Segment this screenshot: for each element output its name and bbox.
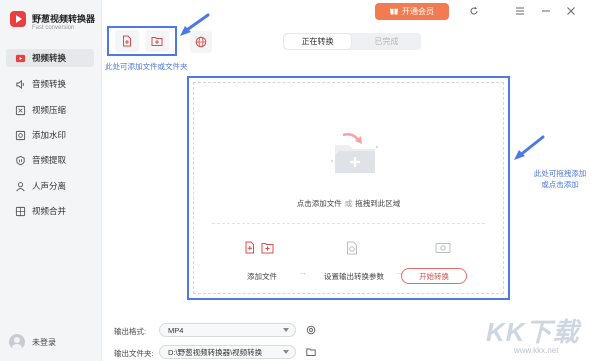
output-folder-label: 输出文件夹: [114, 349, 154, 358]
drop-zone[interactable]: 点击添加文件或拖拽到此区域 添加文件 → 设置输出转换参数 → 开始转换 [193, 82, 504, 294]
sidebar-item-label: 添加水印 [32, 130, 67, 140]
step-add-files-label: 添加文件 [247, 272, 277, 281]
merge-icon [14, 205, 26, 217]
vip-label: 开通会员 [402, 7, 434, 16]
app-title: 野葱视频转换器 [32, 14, 96, 24]
folder-add-icon [330, 133, 379, 173]
chevron-down-icon [283, 328, 289, 332]
video-convert-icon [14, 52, 26, 64]
audio-extract-icon [14, 154, 26, 166]
chevron-down-icon [283, 350, 289, 354]
app-logo-icon [10, 11, 26, 27]
voice-separation-icon [14, 180, 26, 192]
annotation-arrow-icon [180, 13, 210, 36]
watermark-logo: KK下载 [486, 317, 580, 347]
compress-icon [14, 104, 26, 116]
sidebar-item-label: 视频转换 [32, 53, 67, 63]
audio-convert-icon [14, 78, 26, 90]
add-file-icon [123, 35, 131, 47]
watermark-icon [14, 129, 26, 141]
output-format-select[interactable]: MP4 [159, 323, 296, 337]
format-settings-icon[interactable] [306, 325, 316, 335]
add-file-button[interactable] [115, 30, 139, 52]
sidebar-item-label: 视频压缩 [32, 105, 67, 115]
drop-zone-hint: 此处可拖拽添加 或点击添加 [524, 168, 596, 190]
app-subtitle: Fast conversion [32, 25, 75, 31]
add-folder-button[interactable] [145, 30, 169, 52]
sidebar-item-label: 音频提取 [32, 155, 67, 165]
drop-zone-hint-line2: 或点击添加 [541, 180, 579, 189]
avatar[interactable] [9, 334, 25, 350]
add-toolbar-highlight [107, 26, 177, 56]
convert-video-icon [435, 243, 451, 253]
drop-click-text[interactable]: 点击添加文件 [297, 199, 342, 208]
step-arrow-icon: → [298, 267, 307, 277]
tab-bar: 正在转换 已完成 [283, 33, 421, 50]
drop-drag-text: 拖拽到此区域 [355, 199, 401, 208]
add-folder-icon [151, 37, 163, 46]
sidebar-item-watermark[interactable]: 添加水印 [6, 126, 94, 144]
sidebar-item-voice-separation[interactable]: 人声分离 [6, 177, 94, 195]
sidebar-item-audio-convert[interactable]: 音频转换 [6, 75, 94, 93]
output-format-value: MP4 [168, 325, 184, 335]
drop-or-text: 或 [344, 199, 353, 208]
sidebar-item-audio-extract[interactable]: 音频提取 [6, 151, 94, 169]
settings-file-icon [347, 241, 357, 255]
start-convert-button[interactable]: 开始转换 [401, 268, 467, 284]
minimize-icon[interactable] [539, 4, 553, 18]
drop-instructions[interactable]: 点击添加文件或拖拽到此区域 [194, 198, 503, 209]
watermark-url: www.kkx.net [514, 346, 559, 355]
drop-zone-highlight: 点击添加文件或拖拽到此区域 添加文件 → 设置输出转换参数 → 开始转换 [187, 76, 510, 300]
sidebar-item-video-convert[interactable]: 视频转换 [6, 49, 94, 67]
menu-icon[interactable] [513, 4, 527, 18]
toolbar-hint: 此处可添加文件或文件夹 [105, 62, 188, 71]
annotation-arrow-icon [514, 135, 545, 160]
sidebar-item-label: 视频合并 [32, 206, 67, 216]
refresh-icon[interactable] [467, 4, 481, 18]
sidebar: 野葱视频转换器 Fast conversion 视频转换 音频转换 视频压缩 添… [0, 0, 102, 361]
sidebar-item-compress[interactable]: 视频压缩 [6, 101, 94, 119]
sidebar-item-label: 人声分离 [32, 181, 67, 191]
vip-button[interactable]: 开通会员 [375, 3, 449, 20]
tab-converting[interactable]: 正在转换 [284, 34, 351, 49]
login-label[interactable]: 未登录 [32, 337, 56, 348]
output-folder-value: D:\野葱视频转换器\视频转换 [168, 347, 263, 357]
divider [212, 223, 485, 224]
output-format-label: 输出格式: [114, 327, 147, 336]
step-add-files-icon [245, 241, 274, 254]
drop-zone-hint-line1: 此处可拖拽添加 [533, 169, 587, 178]
step-settings-label: 设置输出转换参数 [324, 272, 384, 281]
sidebar-item-label: 音频转换 [32, 79, 67, 89]
output-folder-select[interactable]: D:\野葱视频转换器\视频转换 [159, 345, 296, 359]
login-area[interactable]: 未登录 [9, 334, 56, 350]
sidebar-item-merge[interactable]: 视频合并 [6, 202, 94, 220]
open-folder-icon[interactable] [306, 347, 316, 357]
tab-completed[interactable]: 已完成 [353, 33, 420, 50]
gift-icon [390, 7, 398, 17]
close-icon[interactable] [564, 4, 578, 18]
